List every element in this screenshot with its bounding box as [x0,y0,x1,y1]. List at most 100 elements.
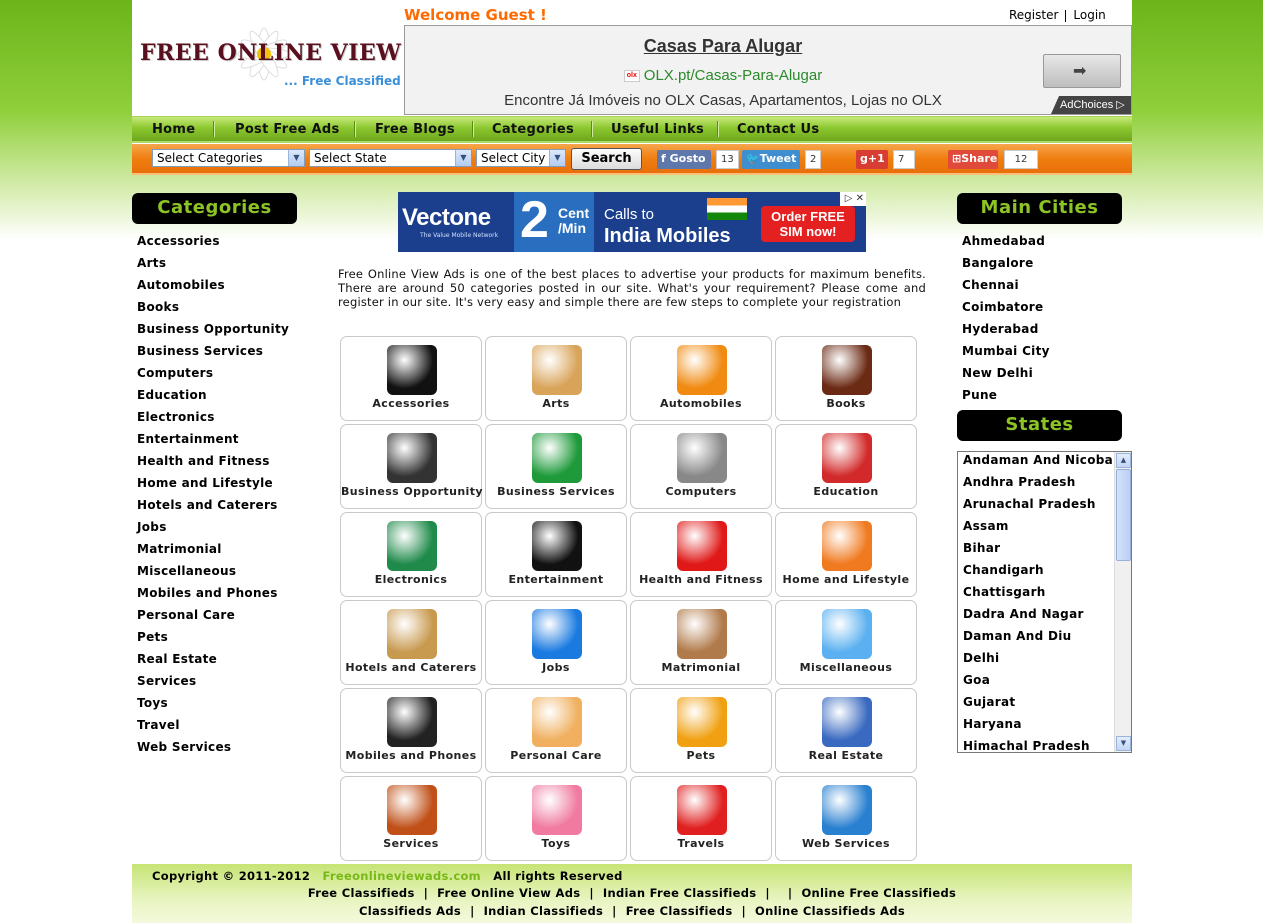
footer-link-online-free-classifieds[interactable]: Online Free Classifieds [801,886,956,900]
city-link-ahmedabad[interactable]: Ahmedabad [962,234,1050,256]
state-option-goa[interactable]: Goa [963,673,1131,695]
nav-contact-us[interactable]: Contact Us [737,122,819,137]
category-tile-business-services[interactable]: Business Services [485,424,627,509]
footer-link-online-classifieds-ads[interactable]: Online Classifieds Ads [755,904,905,918]
category-link-business-services[interactable]: Business Services [137,344,289,366]
category-tile-arts[interactable]: Arts [485,336,627,421]
city-link-new-delhi[interactable]: New Delhi [962,366,1050,388]
states-listbox[interactable]: Andaman And Nicobar Andhra Pradesh Arunach… [957,451,1132,753]
category-link-real-estate[interactable]: Real Estate [137,652,289,674]
category-tile-accessories[interactable]: Accessories [340,336,482,421]
footer-link-indian-free-classifieds[interactable]: Indian Free Classifieds [603,886,756,900]
footer-site-link[interactable]: Freeonlineviewads.com [323,869,481,883]
category-tile-books[interactable]: Books [775,336,917,421]
scroll-thumb[interactable] [1116,469,1131,561]
ad-url[interactable]: olx OLX.pt/Casas-Para-Alugar [405,67,1041,84]
state-option-chandigarh[interactable]: Chandigarh [963,563,1131,585]
adchoices-badge[interactable]: AdChoices ▷ [1051,96,1131,114]
category-tile-education[interactable]: Education [775,424,917,509]
register-link[interactable]: Register [1002,8,1065,22]
nav-post-free-ads[interactable]: Post Free Ads [235,122,340,137]
category-link-travel[interactable]: Travel [137,718,289,740]
search-button[interactable]: Search [571,148,642,170]
share-button[interactable]: ⊞Share [948,150,998,169]
footer-link-free-classifieds[interactable]: Free Classifieds [626,904,733,918]
category-tile-automobiles[interactable]: Automobiles [630,336,772,421]
scroll-up-icon[interactable]: ▲ [1116,453,1131,468]
state-option-bihar[interactable]: Bihar [963,541,1131,563]
category-tile-miscellaneous[interactable]: Miscellaneous [775,600,917,685]
category-tile-pets[interactable]: Pets [630,688,772,773]
category-tile-business-opportunity[interactable]: Business Opportunity [340,424,483,509]
category-tile-health-and-fitness[interactable]: Health and Fitness [630,512,772,597]
category-tile-computers[interactable]: Computers [630,424,772,509]
category-link-accessories[interactable]: Accessories [137,234,289,256]
google-plus-button[interactable]: g+1 [856,150,888,169]
category-link-entertainment[interactable]: Entertainment [137,432,289,454]
category-link-health-and-fitness[interactable]: Health and Fitness [137,454,289,476]
nav-home[interactable]: Home [152,122,195,137]
city-link-coimbatore[interactable]: Coimbatore [962,300,1050,322]
footer-link-classifieds-ads[interactable]: Classifieds Ads [359,904,461,918]
tweet-button[interactable]: 🐦Tweet [742,150,800,169]
top-ad[interactable]: Casas Para Alugar olx OLX.pt/Casas-Para-A… [404,25,1132,115]
category-tile-web-services[interactable]: Web Services [775,776,917,861]
login-link[interactable]: Login [1066,8,1112,22]
category-link-electronics[interactable]: Electronics [137,410,289,432]
city-link-pune[interactable]: Pune [962,388,1050,410]
category-tile-entertainment[interactable]: Entertainment [485,512,627,597]
city-select[interactable]: Select City ▼ [476,149,566,167]
category-link-matrimonial[interactable]: Matrimonial [137,542,289,564]
category-tile-personal-care[interactable]: Personal Care [485,688,627,773]
site-logo[interactable]: FREE ONLINE VIEW ADS ... Free Classified [138,12,463,98]
footer-link-indian-classifieds[interactable]: Indian Classifieds [484,904,604,918]
footer-link-free-classifieds[interactable]: Free Classifieds [308,886,415,900]
state-option-chattisgarh[interactable]: Chattisgarh [963,585,1131,607]
category-link-automobiles[interactable]: Automobiles [137,278,289,300]
state-option-daman-and-diu[interactable]: Daman And Diu [963,629,1131,651]
category-tile-matrimonial[interactable]: Matrimonial [630,600,772,685]
scroll-down-icon[interactable]: ▼ [1116,736,1131,751]
category-link-web-services[interactable]: Web Services [137,740,289,762]
category-tile-electronics[interactable]: Electronics [340,512,482,597]
close-ad-icon[interactable]: ▷ ✕ [840,192,866,206]
category-link-mobiles-and-phones[interactable]: Mobiles and Phones [137,586,289,608]
city-link-hyderabad[interactable]: Hyderabad [962,322,1050,344]
states-scrollbar[interactable]: ▲ ▼ [1114,452,1131,752]
category-tile-hotels-and-caterers[interactable]: Hotels and Caterers [340,600,482,685]
category-link-arts[interactable]: Arts [137,256,289,278]
state-option-andhra-pradesh[interactable]: Andhra Pradesh [963,475,1131,497]
vectone-banner-ad[interactable]: Vectone The Value Mobile Network 2 Cent … [398,192,866,252]
category-tile-travels[interactable]: Travels [630,776,772,861]
nav-useful-links[interactable]: Useful Links [611,122,704,137]
category-link-pets[interactable]: Pets [137,630,289,652]
state-option-haryana[interactable]: Haryana [963,717,1131,739]
ad-arrow-button[interactable]: ➡ [1043,54,1121,88]
state-option-andaman-and-nicobar[interactable]: Andaman And Nicobar [963,453,1131,475]
footer-link-free-online-view-ads[interactable]: Free Online View Ads [437,886,580,900]
category-link-books[interactable]: Books [137,300,289,322]
city-link-mumbai-city[interactable]: Mumbai City [962,344,1050,366]
state-select[interactable]: Select State ▼ [309,149,472,167]
category-link-home-and-lifestyle[interactable]: Home and Lifestyle [137,476,289,498]
category-tile-services[interactable]: Services [340,776,482,861]
category-link-personal-care[interactable]: Personal Care [137,608,289,630]
order-sim-button[interactable]: Order FREE SIM now! [761,206,855,242]
category-link-toys[interactable]: Toys [137,696,289,718]
category-link-education[interactable]: Education [137,388,289,410]
category-tile-jobs[interactable]: Jobs [485,600,627,685]
categories-select[interactable]: Select Categories ▼ [152,149,305,167]
state-option-dadra-and-nagar[interactable]: Dadra And Nagar [963,607,1131,629]
state-option-himachal-pradesh[interactable]: Himachal Pradesh [963,739,1131,752]
state-option-gujarat[interactable]: Gujarat [963,695,1131,717]
city-link-bangalore[interactable]: Bangalore [962,256,1050,278]
facebook-like-button[interactable]: f Gosto [657,150,711,169]
category-tile-mobiles-and-phones[interactable]: Mobiles and Phones [340,688,482,773]
category-tile-home-and-lifestyle[interactable]: Home and Lifestyle [775,512,917,597]
ad-title[interactable]: Casas Para Alugar [405,36,1041,57]
category-tile-real-estate[interactable]: Real Estate [775,688,917,773]
category-link-computers[interactable]: Computers [137,366,289,388]
nav-free-blogs[interactable]: Free Blogs [375,122,455,137]
category-link-services[interactable]: Services [137,674,289,696]
city-link-chennai[interactable]: Chennai [962,278,1050,300]
